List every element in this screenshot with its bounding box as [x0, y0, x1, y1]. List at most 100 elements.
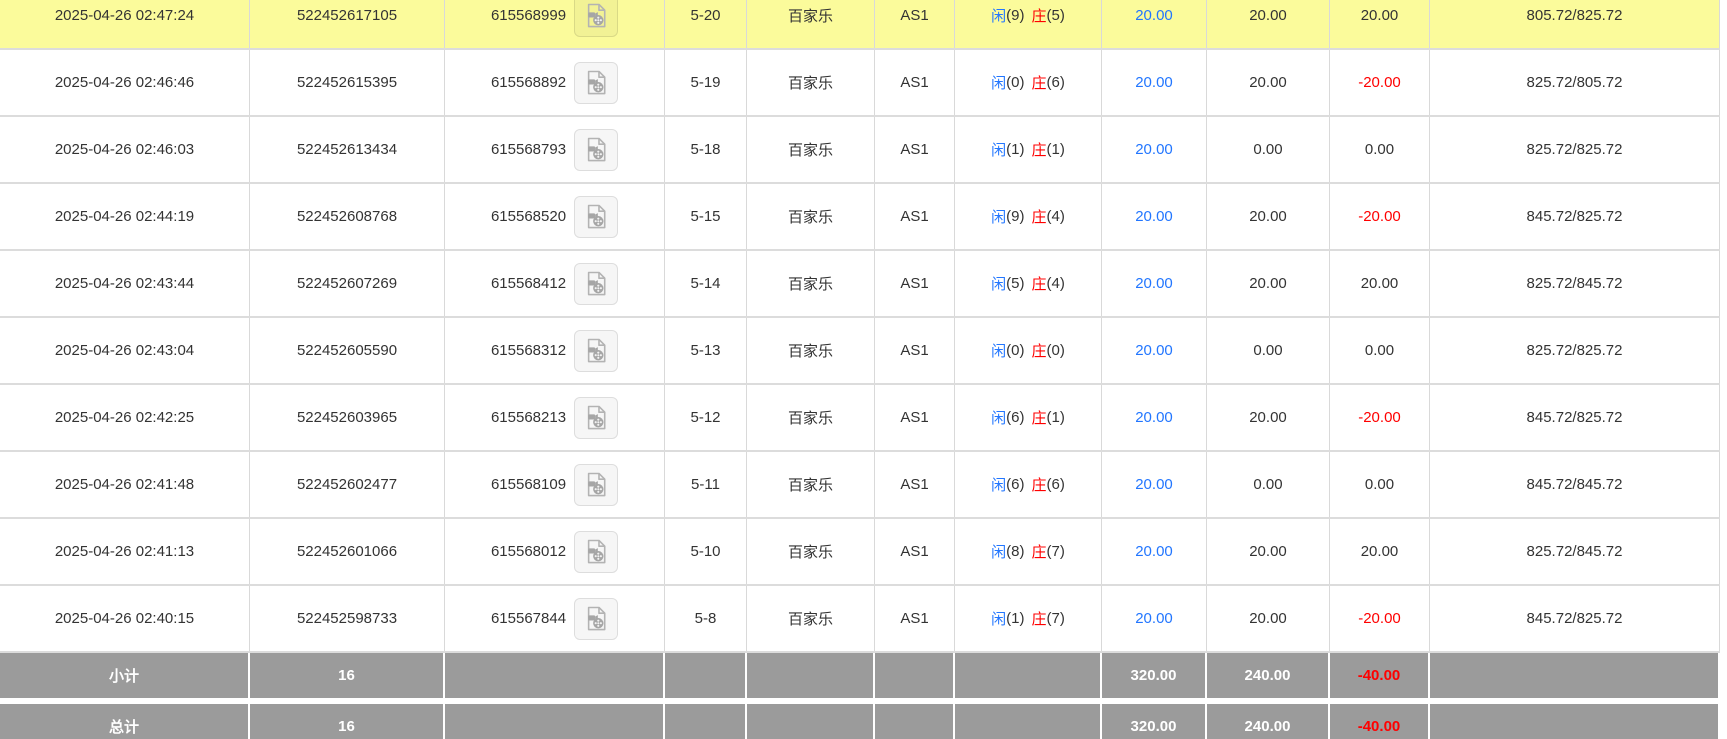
banker-result-label: 庄	[1031, 75, 1047, 92]
video-replay-button[interactable]	[574, 329, 619, 372]
video-replay-button[interactable]	[574, 195, 619, 238]
bet-record-row[interactable]: 2025-04-26 02:46:46 522452615395 6155688…	[0, 50, 1720, 117]
game-type-cell: 百家乐	[747, 50, 875, 115]
player-result-label: 闲	[991, 544, 1007, 561]
result-cell: 闲 (8) 庄 (7)	[955, 519, 1102, 584]
round-number-cell: 5-15	[665, 184, 747, 249]
table-name-cell: AS1	[875, 318, 955, 383]
win-loss-cell: 0.00	[1330, 318, 1430, 383]
game-type-cell: 百家乐	[747, 184, 875, 249]
video-replay-button[interactable]	[574, 61, 619, 104]
game-type-cell: 百家乐	[747, 318, 875, 383]
round-id-value: 615568213	[490, 409, 567, 426]
video-document-icon	[587, 472, 606, 497]
round-number-cell: 5-13	[665, 318, 747, 383]
video-document-icon	[587, 539, 606, 564]
win-loss-cell: -20.00	[1330, 586, 1430, 651]
bet-record-row[interactable]: 2025-04-26 02:40:15 522452598733 6155678…	[0, 586, 1720, 653]
round-number-cell: 5-14	[665, 251, 747, 316]
total-label: 总计	[0, 704, 250, 739]
bet-record-row[interactable]: 2025-04-26 02:46:03 522452613434 6155687…	[0, 117, 1720, 184]
player-result-label: 闲	[991, 343, 1007, 360]
bet-amount-cell: 20.00	[1102, 117, 1207, 182]
table-name-cell: AS1	[875, 519, 955, 584]
video-replay-button[interactable]	[574, 530, 619, 573]
round-number-cell: 5-20	[665, 0, 747, 48]
video-document-icon	[587, 137, 606, 162]
balance-cell: 825.72/805.72	[1430, 50, 1720, 115]
bet-record-row[interactable]: 2025-04-26 02:41:13 522452601066 6155680…	[0, 519, 1720, 586]
result-cell: 闲 (0) 庄 (6)	[955, 50, 1102, 115]
balance-cell: 845.72/825.72	[1430, 586, 1720, 651]
bet-id-cell: 522452608768	[250, 184, 445, 249]
banker-result-label: 庄	[1031, 544, 1047, 561]
table-name-cell: AS1	[875, 251, 955, 316]
round-id-value: 615568793	[490, 141, 567, 158]
round-id-value: 615568109	[490, 476, 567, 493]
empty-cell	[955, 653, 1102, 698]
round-id-value: 615568412	[490, 275, 567, 292]
bet-records-table: 2025-04-26 02:47:24 522452617105 6155689…	[0, 0, 1720, 739]
player-result-score: (0)	[1006, 342, 1025, 359]
banker-result-score: (6)	[1046, 74, 1065, 91]
result-cell: 闲 (0) 庄 (0)	[955, 318, 1102, 383]
table-name-cell: AS1	[875, 452, 955, 517]
valid-bet-cell: 0.00	[1207, 117, 1330, 182]
bet-record-row[interactable]: 2025-04-26 02:42:25 522452603965 6155682…	[0, 385, 1720, 452]
table-name-cell: AS1	[875, 50, 955, 115]
game-round-id-cell: 615568520	[445, 184, 665, 249]
video-replay-button[interactable]	[574, 597, 619, 640]
round-id-value: 615567844	[490, 610, 567, 627]
empty-cell	[1430, 704, 1720, 739]
bet-time-cell: 2025-04-26 02:43:04	[0, 318, 250, 383]
game-round-id-cell: 615568012	[445, 519, 665, 584]
player-result-label: 闲	[991, 477, 1007, 494]
video-document-icon	[587, 606, 606, 631]
table-name-cell: AS1	[875, 385, 955, 450]
subtotal-valid-bet: 240.00	[1207, 653, 1330, 698]
bet-record-row[interactable]: 2025-04-26 02:43:44 522452607269 6155684…	[0, 251, 1720, 318]
bet-record-row[interactable]: 2025-04-26 02:41:48 522452602477 6155681…	[0, 452, 1720, 519]
video-replay-button[interactable]	[574, 463, 619, 506]
total-bet-amount: 320.00	[1102, 704, 1207, 739]
player-result-label: 闲	[991, 209, 1007, 226]
player-result-label: 闲	[991, 276, 1007, 293]
empty-cell	[665, 704, 747, 739]
round-number-cell: 5-10	[665, 519, 747, 584]
bet-id-cell: 522452598733	[250, 586, 445, 651]
banker-result-score: (5)	[1046, 7, 1065, 24]
video-document-icon	[587, 204, 606, 229]
game-round-id-cell: 615567844	[445, 586, 665, 651]
win-loss-cell: -20.00	[1330, 385, 1430, 450]
bet-id-cell: 522452601066	[250, 519, 445, 584]
video-replay-button[interactable]	[574, 0, 619, 37]
banker-result-label: 庄	[1031, 142, 1047, 159]
bet-record-row[interactable]: 2025-04-26 02:47:24 522452617105 6155689…	[0, 0, 1720, 50]
subtotal-count: 16	[250, 653, 445, 698]
bet-record-row[interactable]: 2025-04-26 02:43:04 522452605590 6155683…	[0, 318, 1720, 385]
result-cell: 闲 (5) 庄 (4)	[955, 251, 1102, 316]
video-replay-button[interactable]	[574, 128, 619, 171]
table-name-cell: AS1	[875, 117, 955, 182]
banker-result-label: 庄	[1031, 8, 1047, 25]
player-result-label: 闲	[991, 75, 1007, 92]
valid-bet-cell: 20.00	[1207, 519, 1330, 584]
banker-result-score: (4)	[1046, 208, 1065, 225]
valid-bet-cell: 20.00	[1207, 184, 1330, 249]
bet-amount-cell: 20.00	[1102, 318, 1207, 383]
win-loss-cell: 20.00	[1330, 519, 1430, 584]
result-cell: 闲 (9) 庄 (5)	[955, 0, 1102, 48]
video-replay-button[interactable]	[574, 396, 619, 439]
banker-result-score: (1)	[1046, 409, 1065, 426]
video-document-icon	[587, 338, 606, 363]
banker-result-label: 庄	[1031, 209, 1047, 226]
bet-time-cell: 2025-04-26 02:46:46	[0, 50, 250, 115]
result-cell: 闲 (1) 庄 (1)	[955, 117, 1102, 182]
game-round-id-cell: 615568312	[445, 318, 665, 383]
balance-cell: 825.72/825.72	[1430, 318, 1720, 383]
video-document-icon	[587, 405, 606, 430]
video-replay-button[interactable]	[574, 262, 619, 305]
game-type-cell: 百家乐	[747, 586, 875, 651]
bet-record-row[interactable]: 2025-04-26 02:44:19 522452608768 6155685…	[0, 184, 1720, 251]
empty-cell	[747, 704, 875, 739]
